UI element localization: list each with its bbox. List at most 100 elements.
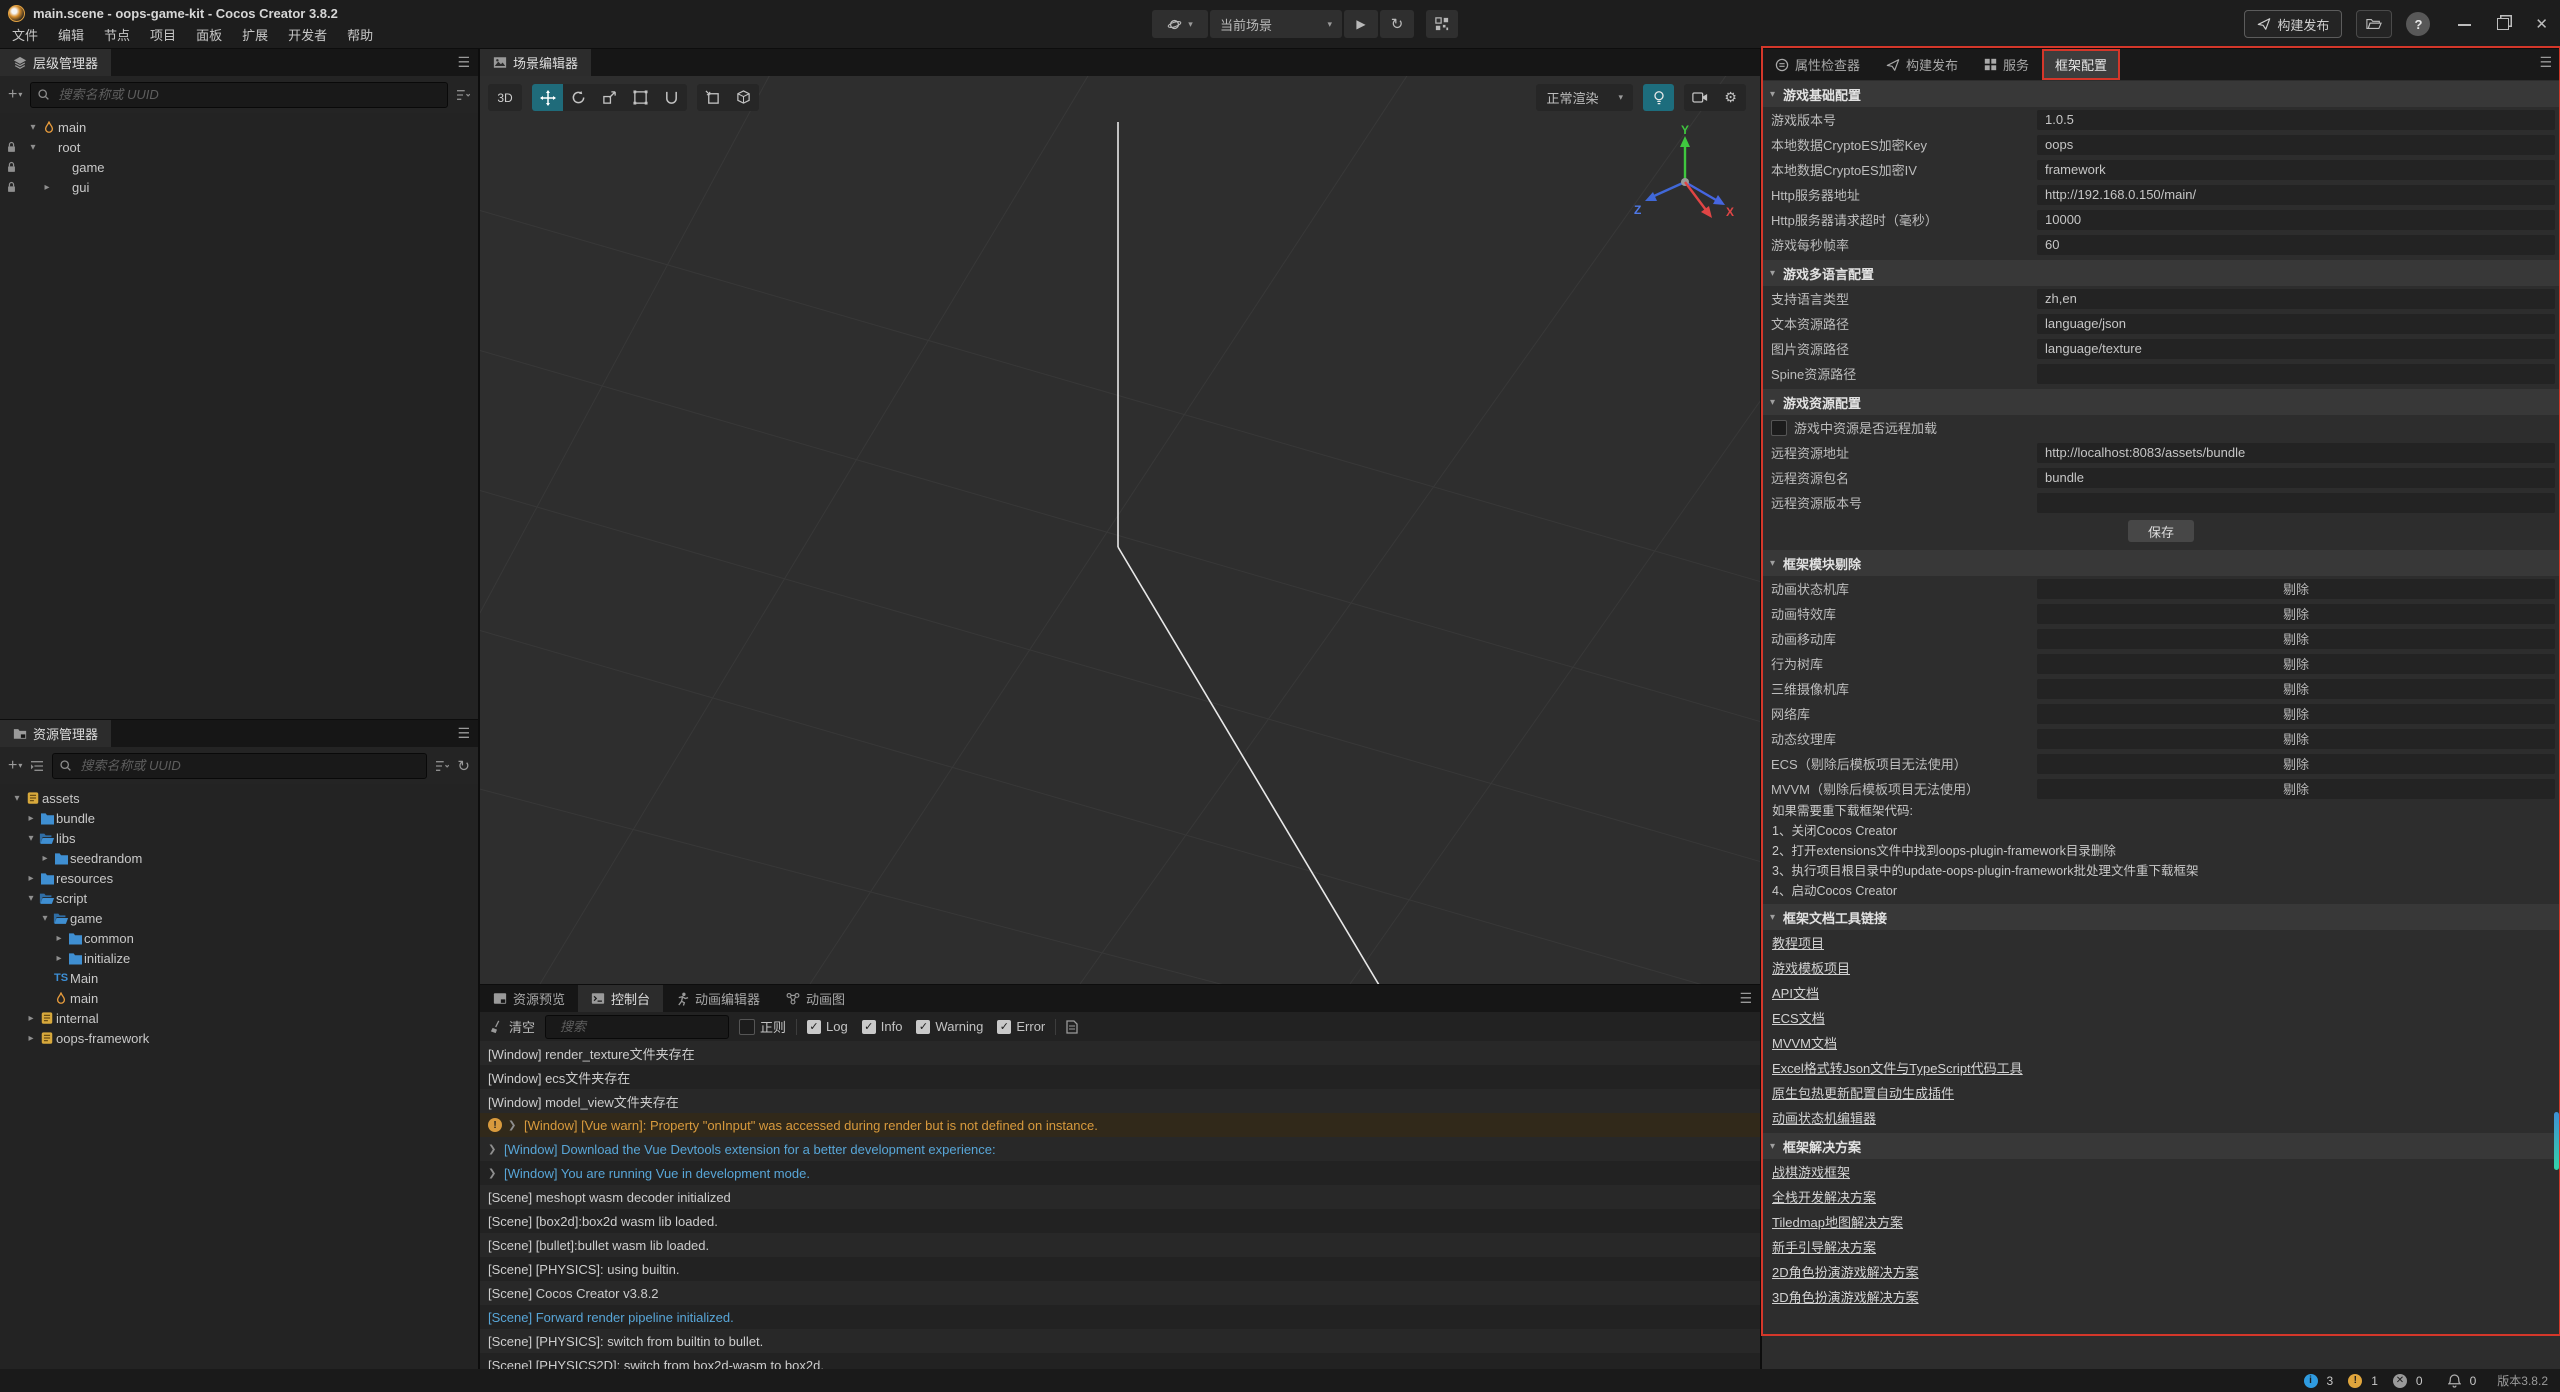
tree-chevron-icon[interactable]: ▸: [24, 813, 38, 824]
doc-link[interactable]: ECS文档: [1772, 1008, 1825, 1027]
scale-tool-icon[interactable]: [594, 84, 625, 111]
tree-chevron-icon[interactable]: ▾: [26, 142, 40, 153]
log-file-button[interactable]: [1066, 1020, 1078, 1034]
inspector-tab[interactable]: 框架配置: [2042, 49, 2120, 80]
panel-menu-icon[interactable]: ☰: [1739, 990, 1752, 1007]
tree-item[interactable]: ▾game: [0, 908, 478, 928]
config-input[interactable]: [2037, 314, 2555, 334]
log-row[interactable]: [Window] render_texture文件夹存在: [480, 1041, 1760, 1065]
menu-item[interactable]: 文件: [2, 25, 48, 47]
tab-assets[interactable]: 资源管理器: [0, 720, 111, 747]
tree-item[interactable]: ▾assets: [0, 788, 478, 808]
console-tab[interactable]: 控制台: [578, 985, 663, 1012]
config-input[interactable]: [2037, 443, 2555, 463]
expand-chevron-icon[interactable]: ❯: [488, 1144, 498, 1155]
log-filter-checkbox[interactable]: ✓Info: [862, 1019, 903, 1034]
inspector-tab[interactable]: 构建发布: [1873, 49, 1971, 80]
scene-selector-dropdown[interactable]: 当前场景 ▾: [1210, 10, 1342, 38]
camera-settings-button[interactable]: [1684, 84, 1715, 111]
tab-scene-editor[interactable]: 场景编辑器: [480, 49, 591, 76]
config-input[interactable]: [2037, 339, 2555, 359]
tree-chevron-icon[interactable]: ▾: [10, 793, 24, 804]
panel-menu-icon[interactable]: ☰: [457, 54, 470, 71]
tree-item[interactable]: main: [0, 988, 478, 1008]
menu-item[interactable]: 面板: [186, 25, 232, 47]
info-count-icon[interactable]: i: [2304, 1374, 2318, 1388]
config-input[interactable]: [2037, 185, 2555, 205]
tree-item[interactable]: ▸bundle: [0, 808, 478, 828]
tree-item[interactable]: ▸seedrandom: [0, 848, 478, 868]
preview-qr-button[interactable]: [1426, 10, 1458, 38]
tree-chevron-icon[interactable]: ▸: [24, 1013, 38, 1024]
section-header[interactable]: ▾框架解决方案: [1762, 1133, 2560, 1159]
expand-chevron-icon[interactable]: ❯: [488, 1168, 498, 1179]
doc-link[interactable]: 教程项目: [1772, 933, 1824, 952]
warning-count-icon[interactable]: !: [2348, 1374, 2362, 1388]
config-input[interactable]: [2037, 235, 2555, 255]
create-node-button[interactable]: +▾: [8, 86, 22, 104]
remove-module-button[interactable]: 剔除: [2037, 679, 2555, 699]
menu-item[interactable]: 扩展: [232, 25, 278, 47]
tree-chevron-icon[interactable]: ▸: [40, 182, 54, 193]
log-row[interactable]: !❯[Window] [Vue warn]: Property "onInput…: [480, 1113, 1760, 1137]
tree-item[interactable]: ▸resources: [0, 868, 478, 888]
tree-item[interactable]: ▾libs: [0, 828, 478, 848]
log-row[interactable]: [Scene] [box2d]:box2d wasm lib loaded.: [480, 1209, 1760, 1233]
rect-tool-icon[interactable]: [625, 84, 656, 111]
remove-module-button[interactable]: 剔除: [2037, 779, 2555, 799]
rotate-tool-icon[interactable]: [563, 84, 594, 111]
expand-chevron-icon[interactable]: ❯: [508, 1120, 518, 1131]
log-row[interactable]: [Scene] meshopt wasm decoder initialized: [480, 1185, 1760, 1209]
tree-chevron-icon[interactable]: ▸: [52, 933, 66, 944]
config-input[interactable]: [2037, 135, 2555, 155]
panel-menu-icon[interactable]: ☰: [457, 725, 470, 742]
move-tool-icon[interactable]: [532, 84, 563, 111]
doc-link[interactable]: Tiledmap地图解决方案: [1772, 1212, 1903, 1231]
doc-link[interactable]: 战棋游戏框架: [1772, 1162, 1850, 1181]
log-row[interactable]: [Scene] [bullet]:bullet wasm lib loaded.: [480, 1233, 1760, 1257]
config-input[interactable]: [2037, 493, 2555, 513]
remove-module-button[interactable]: 剔除: [2037, 754, 2555, 774]
tree-chevron-icon[interactable]: ▸: [52, 953, 66, 964]
coordinate-cube-icon[interactable]: [728, 84, 759, 111]
doc-link[interactable]: 新手引导解决方案: [1772, 1237, 1876, 1256]
doc-link[interactable]: 动画状态机编辑器: [1772, 1108, 1876, 1127]
log-row[interactable]: [Scene] Forward render pipeline initiali…: [480, 1305, 1760, 1329]
tree-item[interactable]: TSMain: [0, 968, 478, 988]
config-input[interactable]: [2037, 364, 2555, 384]
refresh-icon[interactable]: ↻: [457, 757, 470, 775]
minimize-button[interactable]: [2458, 23, 2471, 26]
tree-chevron-icon[interactable]: ▸: [38, 853, 52, 864]
log-row[interactable]: [Scene] [PHYSICS]: switch from builtin t…: [480, 1329, 1760, 1353]
doc-link[interactable]: API文档: [1772, 983, 1819, 1002]
section-header[interactable]: ▾框架模块剔除: [1762, 550, 2560, 576]
panel-menu-icon[interactable]: ☰: [2539, 54, 2552, 71]
log-row[interactable]: [Scene] Cocos Creator v3.8.2: [480, 1281, 1760, 1305]
scrollbar-thumb[interactable]: [2554, 1112, 2559, 1170]
log-row[interactable]: [Window] model_view文件夹存在: [480, 1089, 1760, 1113]
dimension-toggle-button[interactable]: 3D: [488, 84, 522, 111]
assets-searchbox[interactable]: [52, 753, 427, 779]
menu-item[interactable]: 帮助: [337, 25, 383, 47]
tree-chevron-icon[interactable]: ▸: [24, 1033, 38, 1044]
ui-tool-icon[interactable]: [656, 84, 687, 111]
config-input[interactable]: [2037, 160, 2555, 180]
error-count-icon[interactable]: ✕: [2393, 1374, 2407, 1388]
console-tab[interactable]: 动画编辑器: [663, 985, 773, 1012]
filter-icon[interactable]: [456, 89, 470, 101]
create-asset-button[interactable]: +▾: [8, 757, 22, 775]
section-header[interactable]: ▾游戏资源配置: [1762, 389, 2560, 415]
scene-settings-button[interactable]: ⚙: [1715, 84, 1746, 111]
remove-module-button[interactable]: 剔除: [2037, 704, 2555, 724]
restart-button[interactable]: ↻: [1380, 10, 1414, 38]
remove-module-button[interactable]: 剔除: [2037, 654, 2555, 674]
section-header[interactable]: ▾框架文档工具链接: [1762, 904, 2560, 930]
inspector-tab[interactable]: 服务: [1971, 49, 2042, 80]
assets-search-input[interactable]: [78, 757, 420, 774]
log-filter-checkbox[interactable]: ✓Warning: [916, 1019, 983, 1034]
tab-hierarchy[interactable]: 层级管理器: [0, 49, 111, 76]
menu-item[interactable]: 项目: [140, 25, 186, 47]
tree-item[interactable]: ▸common: [0, 928, 478, 948]
help-button[interactable]: ?: [2406, 12, 2430, 36]
console-tab[interactable]: 动画图: [773, 985, 858, 1012]
